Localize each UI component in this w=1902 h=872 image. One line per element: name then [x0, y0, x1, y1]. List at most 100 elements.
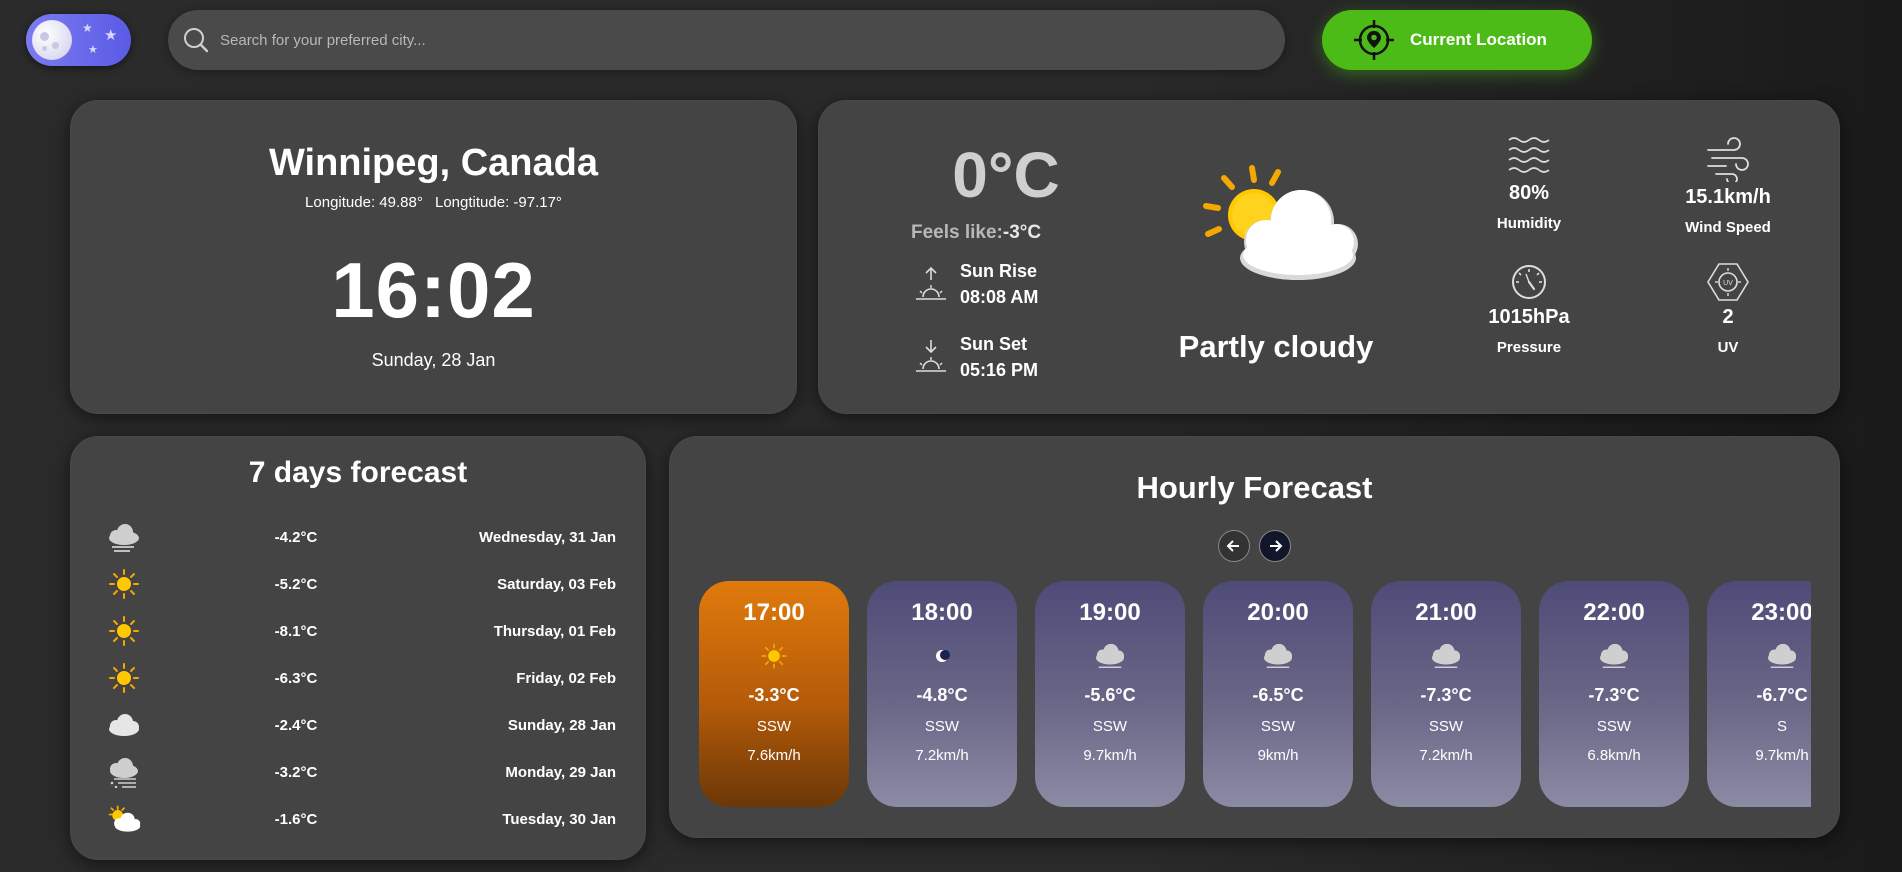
day-date: Sunday, 28 Jan [507, 717, 616, 734]
hour-temp: -4.8°C [916, 685, 968, 705]
hourly-next-button[interactable] [1259, 530, 1291, 562]
hour-card[interactable]: 21:00 -7.3°C SSW 7.2km/h [1371, 581, 1521, 807]
wind-value: 15.1km/h [1685, 186, 1771, 208]
uv-value: 2 [1722, 306, 1734, 328]
city-card: Winnipeg, Canada Longitude: 49.88° Longt… [70, 100, 797, 414]
hour-temp: -6.7°C [1756, 685, 1808, 705]
sunset-icon [916, 340, 946, 372]
search-bar [168, 10, 1285, 70]
hourly-strip[interactable]: 17:00 -3.3°C SSW 7.6km/h 18:00 -4.8°C SS… [699, 581, 1811, 811]
arrow-right-icon [1270, 540, 1283, 552]
day-date: Thursday, 01 Feb [493, 623, 616, 640]
hour-temp: -7.3°C [1588, 685, 1640, 705]
hourly-prev-button[interactable] [1218, 530, 1250, 562]
star-icon: ★ [82, 21, 93, 35]
feels-like: Feels like:-3°C [911, 222, 1041, 244]
sunset-block: Sun Set 05:16 PM [960, 331, 1038, 383]
hour-time: 18:00 [911, 599, 973, 626]
hour-wind-speed: 9km/h [1257, 747, 1299, 764]
partly-cloudy-icon [1203, 165, 1358, 280]
coordinates: Longitude: 49.88° Longtitude: -97.17° [70, 194, 797, 211]
day-date: Saturday, 03 Feb [497, 576, 616, 593]
uv-icon: UV [1707, 263, 1749, 301]
list-item: -8.1°C Thursday, 01 Feb [106, 613, 616, 653]
wind-icon [1707, 137, 1749, 182]
hour-wind-speed: 7.2km/h [915, 747, 969, 764]
hour-wind-direction: S [1776, 718, 1787, 735]
cloud-icon [1767, 643, 1797, 668]
pressure-value: 1015hPa [1488, 306, 1570, 328]
list-item: -2.4°C Sunday, 28 Jan [106, 707, 616, 747]
svg-text:UV: UV [1723, 280, 1733, 287]
day-temp: -6.3°C [274, 670, 318, 687]
theme-toggle[interactable]: ★ ★ ★ [26, 14, 131, 66]
sunrise-time: 08:08 AM [960, 287, 1039, 307]
humidity-value: 80% [1508, 182, 1550, 204]
cloud-icon [1263, 643, 1293, 668]
hour-wind-speed: 7.6km/h [747, 747, 801, 764]
moon-icon [32, 20, 72, 60]
humidity-stat: 80% Humidity [1454, 134, 1604, 232]
partly-cloudy-icon [108, 805, 141, 832]
uv-stat: UV 2 UV [1653, 262, 1803, 356]
search-icon [184, 28, 209, 53]
feels-like-value: -3°C [1002, 222, 1042, 243]
hour-time: 22:00 [1583, 599, 1645, 626]
day-temp: -3.2°C [274, 764, 318, 781]
week-forecast-title: 7 days forecast [248, 456, 468, 489]
humidity-label: Humidity [1496, 215, 1562, 232]
cloud-icon [1599, 643, 1629, 668]
hour-temp: -5.6°C [1084, 685, 1136, 705]
local-time: 16:02 [331, 246, 536, 334]
pressure-stat: 1015hPa Pressure [1454, 262, 1604, 356]
hour-card[interactable]: 17:00 -3.3°C SSW 7.6km/h [699, 581, 849, 807]
sunset-time: 05:16 PM [960, 360, 1039, 380]
hour-time: 21:00 [1415, 599, 1477, 626]
sunset-label: Sun Set [960, 334, 1028, 354]
hour-card[interactable]: 22:00 -7.3°C SSW 6.8km/h [1539, 581, 1689, 807]
local-date: Sunday, 28 Jan [371, 350, 496, 370]
current-location-label: Current Location [1410, 30, 1547, 49]
star-icon: ★ [88, 43, 98, 56]
hour-wind-speed: 7.2km/h [1419, 747, 1473, 764]
hour-wind-speed: 9.7km/h [1083, 747, 1137, 764]
cloud-snow-icon [110, 758, 138, 788]
hour-time: 17:00 [743, 599, 805, 626]
sun-icon [109, 616, 139, 646]
cloud-icon [1095, 643, 1125, 668]
sunrise-label: Sun Rise [960, 261, 1038, 281]
hour-temp: -3.3°C [748, 685, 800, 705]
current-temperature: 0°C [952, 139, 1060, 211]
list-item: -5.2°C Saturday, 03 Feb [106, 566, 616, 606]
day-temp: -8.1°C [274, 623, 318, 640]
current-location-button[interactable]: Current Location [1322, 10, 1592, 70]
hour-card[interactable]: 19:00 -5.6°C SSW 9.7km/h [1035, 581, 1185, 807]
sunrise-icon [916, 266, 946, 300]
hour-temp: -7.3°C [1420, 685, 1472, 705]
sun-icon [109, 663, 139, 693]
day-temp: -5.2°C [274, 576, 318, 593]
location-target-icon [1354, 20, 1394, 60]
day-temp: -1.6°C [274, 811, 318, 828]
star-icon: ★ [104, 26, 118, 44]
hour-temp: -6.5°C [1252, 685, 1304, 705]
hourly-forecast-card: Hourly Forecast 17:00 -3.3°C SSW 7.6km/h… [669, 436, 1840, 838]
sun-icon [761, 643, 787, 669]
hour-wind-direction: SSW [1092, 718, 1128, 735]
hour-card[interactable]: 18:00 -4.8°C SSW 7.2km/h [867, 581, 1017, 807]
current-weather-card: 0°C Feels like:-3°C Sun Rise 08:08 AM Su… [818, 100, 1840, 414]
arrow-left-icon [1226, 540, 1239, 552]
hour-time: 19:00 [1079, 599, 1141, 626]
day-date: Tuesday, 30 Jan [502, 811, 616, 828]
search-input[interactable] [220, 20, 1220, 60]
list-item: -6.3°C Friday, 02 Feb [106, 660, 616, 700]
day-date: Monday, 29 Jan [505, 764, 616, 781]
hour-card[interactable]: 23:00 -6.7°C S 9.7km/h [1707, 581, 1811, 807]
day-temp: -4.2°C [274, 529, 318, 546]
hour-card[interactable]: 20:00 -6.5°C SSW 9km/h [1203, 581, 1353, 807]
uv-label: UV [1717, 339, 1739, 356]
hour-wind-direction: SSW [1596, 718, 1632, 735]
list-item: -3.2°C Monday, 29 Jan [106, 754, 616, 794]
humidity-icon [1508, 137, 1550, 173]
moon-icon [936, 650, 950, 662]
